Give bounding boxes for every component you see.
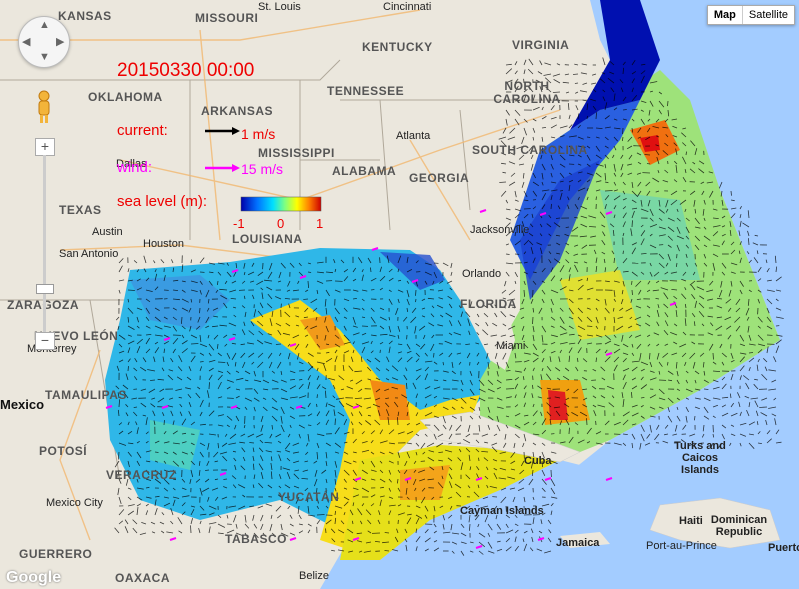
label-austin: Austin — [92, 226, 123, 238]
current-scale-label: 1 m/s — [241, 126, 276, 142]
label-orlando: Orlando — [462, 268, 502, 280]
wind-label: wind: — [117, 159, 153, 176]
colorbar — [240, 196, 322, 212]
label-arkansas: ARKANSAS — [201, 104, 274, 118]
wind-scale-label: 15 m/s — [241, 161, 284, 177]
label-oaxaca: OAXACA — [115, 571, 171, 585]
sea-level-label: sea level (m): — [117, 193, 208, 210]
label-veracruz: VERACRUZ — [106, 468, 177, 482]
label-mexico: Mexico — [0, 397, 45, 412]
colorbar-tick-min: -1 — [233, 216, 245, 231]
label-alabama: ALABAMA — [332, 164, 397, 178]
label-oklahoma: OKLAHOMA — [88, 90, 163, 104]
label-cuba: Cuba — [524, 455, 552, 467]
label-texas: TEXAS — [59, 203, 102, 217]
label-guerrero: GUERRERO — [19, 547, 93, 561]
label-miami: Miami — [496, 340, 526, 352]
label-kansas: KANSAS — [58, 9, 112, 23]
label-georgia: GEORGIA — [409, 171, 470, 185]
map-type-satellite-button[interactable]: Satellite — [743, 6, 794, 24]
zoom-out-button[interactable]: − — [35, 332, 55, 350]
label-louisiana: LOUISIANA — [232, 232, 303, 246]
label-missouri: MISSOURI — [195, 11, 259, 25]
label-potosi: POTOSÍ — [39, 444, 88, 458]
label-cayman-islands: Cayman Islands — [460, 505, 544, 517]
label-st-louis: St. Louis — [258, 1, 301, 13]
map-canvas[interactable]: KANSAS MISSOURI Cincinnati St. Louis KEN… — [0, 0, 799, 589]
pan-right-icon[interactable]: ▶ — [56, 35, 64, 48]
label-tamaulipas: TAMAULIPAS — [45, 388, 127, 402]
label-tabasco: TABASCO — [225, 532, 287, 546]
label-florida: FLORIDA — [460, 297, 517, 311]
label-kentucky: KENTUCKY — [362, 40, 433, 54]
zoom-slider-track[interactable] — [43, 155, 46, 335]
map-type-map-button[interactable]: Map — [708, 6, 743, 24]
label-south-carolina: SOUTH CAROLINA — [472, 143, 588, 157]
google-logo: Google — [6, 569, 62, 586]
label-virginia: VIRGINIA — [512, 38, 570, 52]
zoom-slider-thumb[interactable] — [36, 284, 54, 294]
label-atlanta: Atlanta — [396, 130, 431, 142]
timestamp-label: 20150330 00:00 — [117, 60, 255, 81]
label-yucatan: YUCATÁN — [278, 490, 340, 504]
label-jacksonville: Jacksonville — [470, 224, 530, 236]
colorbar-tick-mid: 0 — [277, 216, 285, 231]
pan-up-icon[interactable]: ▲ — [39, 19, 50, 31]
label-jamaica: Jamaica — [556, 537, 600, 549]
pan-down-icon[interactable]: ▼ — [39, 51, 50, 63]
pan-control[interactable]: ▲ ▼ ◀ ▶ — [18, 16, 70, 68]
label-cincinnati: Cincinnati — [383, 1, 432, 13]
label-turks-caicos: Turks and Caicos Islands — [674, 440, 726, 476]
label-belize: Belize — [299, 570, 329, 582]
label-tennessee: TENNESSEE — [327, 84, 405, 98]
pegman-icon[interactable] — [36, 90, 52, 124]
label-port-au-prince: Port-au-Prince — [646, 540, 717, 552]
current-label: current: — [117, 122, 168, 139]
zoom-in-button[interactable]: + — [35, 138, 55, 156]
colorbar-tick-max: 1 — [316, 216, 324, 231]
pan-left-icon[interactable]: ◀ — [22, 35, 30, 48]
map-type-control: Map Satellite — [706, 5, 795, 25]
label-san-antonio: San Antonio — [59, 248, 119, 260]
label-dominican-republic: Dominican Republic — [710, 514, 768, 538]
label-north-carolina: NORTH CAROLINA — [493, 79, 561, 106]
label-mississippi: MISSISSIPPI — [258, 146, 335, 160]
label-houston: Houston — [143, 238, 184, 250]
label-mexico-city: Mexico City — [46, 497, 103, 509]
label-puerto: Puerto — [768, 542, 799, 554]
